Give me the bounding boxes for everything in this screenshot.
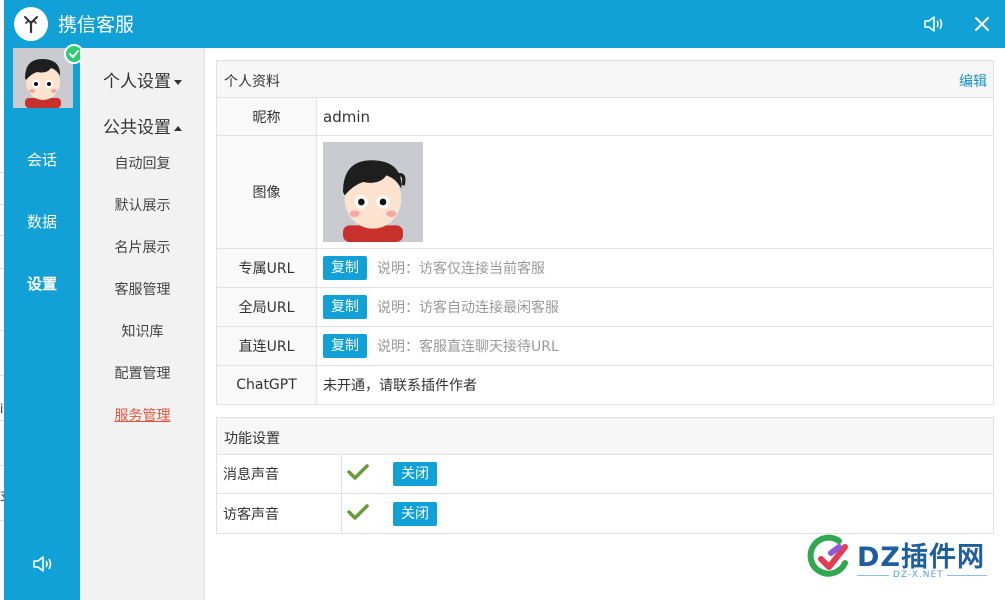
submenu-group-label: 个人设置 bbox=[103, 72, 171, 92]
toggle-off-button[interactable]: 关闭 bbox=[393, 501, 437, 526]
submenu-group-label: 公共设置 bbox=[103, 118, 171, 138]
row-label: 昵称 bbox=[217, 98, 317, 135]
title-bar: 携信客服 bbox=[4, 0, 1005, 48]
toggle-off-button[interactable]: 关闭 bbox=[393, 462, 437, 486]
avatar[interactable] bbox=[13, 44, 84, 108]
submenu-item-service-management[interactable]: 服务管理 bbox=[80, 405, 205, 425]
row-value: 复制 说明：访客自动连接最闲客服 bbox=[323, 288, 559, 326]
row-note: 说明：访客自动连接最闲客服 bbox=[377, 300, 559, 316]
copy-button[interactable]: 复制 bbox=[323, 295, 367, 319]
chatgpt-status: 未开通，请联系插件作者 bbox=[323, 378, 477, 394]
background-char: i bbox=[0, 402, 4, 416]
avatar-image[interactable] bbox=[323, 142, 423, 242]
profile-row-nickname: 昵称 admin bbox=[217, 98, 993, 136]
feature-row-visitor-sound: 访客声音 关闭 bbox=[217, 494, 993, 533]
nickname-value: admin bbox=[323, 107, 370, 126]
speaker-icon[interactable] bbox=[922, 13, 946, 35]
row-label: 图像 bbox=[217, 136, 317, 248]
row-label: 直连URL bbox=[217, 327, 317, 365]
submenu-item-card-display[interactable]: 名片展示 bbox=[80, 237, 205, 257]
edit-link[interactable]: 编辑 bbox=[959, 71, 987, 91]
checkmark-icon bbox=[347, 464, 369, 484]
submenu-item-default-display[interactable]: 默认展示 bbox=[80, 195, 205, 215]
left-nav: 会话 数据 设置 bbox=[4, 44, 84, 600]
submenu-item-config-management[interactable]: 配置管理 bbox=[80, 363, 205, 383]
watermark: DZ插件网 DZ-X.NET bbox=[805, 530, 1000, 590]
app-title: 携信客服 bbox=[58, 14, 135, 36]
row-note: 说明：客服直连聊天接待URL bbox=[377, 339, 559, 355]
close-icon[interactable] bbox=[970, 12, 994, 36]
submenu-group-personal[interactable]: 个人设置 bbox=[80, 67, 205, 92]
copy-button[interactable]: 复制 bbox=[323, 256, 367, 280]
caret-down-icon bbox=[174, 79, 182, 85]
panel-title: 个人资料 bbox=[224, 74, 280, 90]
app-logo-icon bbox=[14, 7, 48, 41]
row-label: 消息声音 bbox=[217, 455, 342, 493]
submenu-item-knowledge-base[interactable]: 知识库 bbox=[80, 321, 205, 341]
row-label: 访客声音 bbox=[217, 494, 342, 533]
submenu-group-public[interactable]: 公共设置 bbox=[80, 113, 205, 138]
watermark-divider bbox=[947, 575, 987, 576]
profile-row-direct-url: 直连URL 复制 说明：客服直连聊天接待URL bbox=[217, 327, 993, 366]
row-value: 关闭 bbox=[347, 455, 437, 493]
avatar-image-cell bbox=[323, 136, 423, 248]
settings-submenu: 个人设置 公共设置 自动回复 默认展示 名片展示 客服管理 知识库 配置管理 服… bbox=[80, 48, 205, 600]
profile-row-avatar: 图像 bbox=[217, 136, 993, 249]
features-panel: 功能设置 消息声音 关闭 访客声音 关闭 bbox=[216, 417, 994, 534]
profile-row-chatgpt: ChatGPT 未开通，请联系插件作者 bbox=[217, 366, 993, 404]
watermark-subtext: DZ-X.NET bbox=[893, 570, 944, 580]
caret-up-icon bbox=[174, 125, 182, 131]
row-label: ChatGPT bbox=[217, 366, 317, 404]
profile-row-global-url: 全局URL 复制 说明：访客自动连接最闲客服 bbox=[217, 288, 993, 327]
panel-title: 功能设置 bbox=[224, 431, 280, 447]
watermark-text: DZ插件网 bbox=[857, 542, 985, 573]
panel-header: 个人资料 编辑 bbox=[217, 61, 993, 98]
row-value: 复制 说明：客服直连聊天接待URL bbox=[323, 327, 559, 365]
panel-header: 功能设置 bbox=[217, 418, 993, 455]
watermark-logo-icon bbox=[807, 534, 848, 577]
nav-item-data[interactable]: 数据 bbox=[4, 211, 80, 232]
copy-button[interactable]: 复制 bbox=[323, 334, 367, 358]
chat-window: 携信客服 会话 数据 设置 个人设置 公共设置 自动回复 默认展示 名片展示 客… bbox=[4, 0, 1005, 600]
watermark-divider bbox=[857, 575, 889, 576]
profile-panel: 个人资料 编辑 昵称 admin 图像 专属URL 复制 说明：访客仅连接当前客… bbox=[216, 60, 994, 405]
row-label: 专属URL bbox=[217, 249, 317, 287]
submenu-item-auto-reply[interactable]: 自动回复 bbox=[80, 153, 205, 173]
submenu-item-agent-management[interactable]: 客服管理 bbox=[80, 279, 205, 299]
nav-item-chat[interactable]: 会话 bbox=[4, 149, 80, 170]
profile-row-exclusive-url: 专属URL 复制 说明：访客仅连接当前客服 bbox=[217, 249, 993, 288]
nav-item-settings[interactable]: 设置 bbox=[4, 273, 80, 294]
row-note: 说明：访客仅连接当前客服 bbox=[377, 261, 545, 277]
row-value: 复制 说明：访客仅连接当前客服 bbox=[323, 249, 545, 287]
row-value: 关闭 bbox=[347, 494, 437, 533]
checkmark-icon bbox=[347, 503, 369, 524]
row-label: 全局URL bbox=[217, 288, 317, 326]
feature-row-message-sound: 消息声音 关闭 bbox=[217, 455, 993, 494]
speaker-icon[interactable] bbox=[31, 553, 55, 575]
